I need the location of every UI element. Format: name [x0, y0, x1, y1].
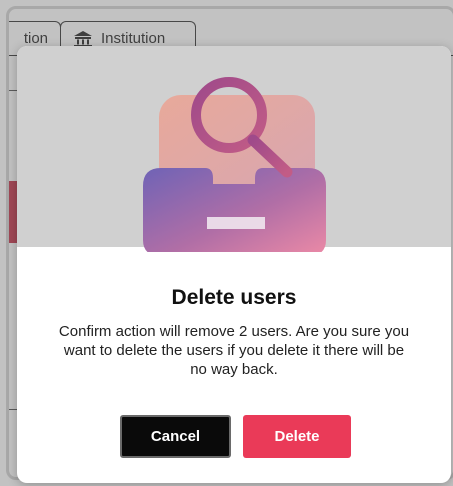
delete-users-dialog: Delete users Confirm action will remove …: [17, 46, 451, 483]
dialog-title: Delete users: [171, 286, 297, 309]
cancel-button[interactable]: Cancel: [120, 415, 231, 458]
dialog-message: Confirm action will remove 2 users. Are …: [58, 323, 410, 378]
inbox-search-illustration: [143, 77, 326, 252]
delete-button[interactable]: Delete: [243, 415, 351, 458]
dialog-hero: [17, 46, 451, 252]
